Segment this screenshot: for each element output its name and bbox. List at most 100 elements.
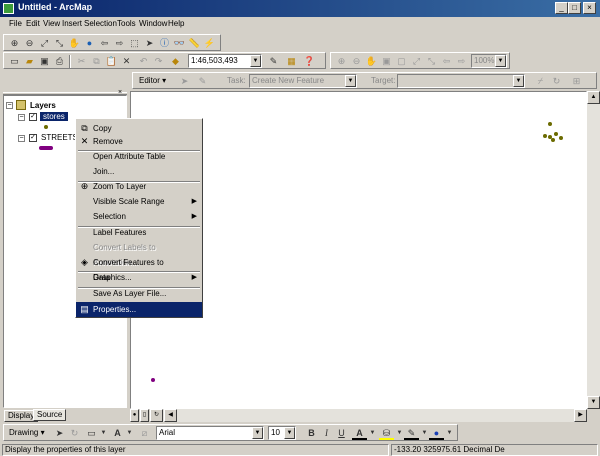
context-item-properties[interactable]: ▤ Properties... xyxy=(76,302,202,317)
menu-selection[interactable]: Selection xyxy=(84,19,117,28)
stores-visibility-checkbox[interactable]: ✓ xyxy=(29,113,37,121)
streets-collapse-icon[interactable]: − xyxy=(18,135,25,142)
tab-source[interactable]: Source xyxy=(33,409,67,421)
data-view-icon[interactable]: ● xyxy=(130,409,139,422)
editor-toolbar-toggle-icon[interactable]: ✎ xyxy=(266,54,281,68)
whats-this-help-icon[interactable]: ❓ xyxy=(302,54,317,68)
streets-layer-label[interactable]: STREETS xyxy=(41,133,78,142)
context-item-zoom-to-layer[interactable]: ⊕ Zoom To Layer xyxy=(76,179,202,194)
scroll-up-icon[interactable]: ▲ xyxy=(587,91,600,104)
editor-menu[interactable]: Editor ▾ xyxy=(139,76,166,85)
font-color-dropdown-icon[interactable]: ▼ xyxy=(365,426,380,440)
context-item-join[interactable]: Join... xyxy=(76,164,202,179)
split-tool-icon[interactable]: ⌿ xyxy=(533,74,548,88)
context-item-save-as-layer[interactable]: Save As Layer File... xyxy=(76,286,202,301)
redo-icon[interactable]: ↷ xyxy=(151,54,166,68)
drawing-menu[interactable]: Drawing ▾ xyxy=(9,428,45,437)
back-arrow-icon[interactable]: ⇦ xyxy=(97,36,112,50)
stores-collapse-icon[interactable]: − xyxy=(18,114,25,121)
context-item-selection[interactable]: Selection ▶ xyxy=(76,209,202,224)
maximize-button[interactable]: □ xyxy=(568,2,581,14)
open-folder-icon[interactable]: ▰ xyxy=(22,54,37,68)
fixed-zoom-in-icon[interactable]: ⤢ xyxy=(37,36,52,50)
cut-icon[interactable]: ✂ xyxy=(74,54,89,68)
map-scale-combo[interactable]: 1:46,503,493 ▼ xyxy=(188,54,262,68)
paste-icon[interactable]: 📋 xyxy=(104,54,119,68)
target-combo[interactable]: ▼ xyxy=(397,74,525,88)
layout-view-icon[interactable]: ▯ xyxy=(140,409,149,422)
rectangle-dropdown-icon[interactable]: ▼ xyxy=(96,426,111,440)
fixed-zoom-out-icon[interactable]: ⤡ xyxy=(52,36,67,50)
select-elements-icon[interactable]: ➤ xyxy=(52,426,67,440)
hyperlink-lightning-icon[interactable]: ⚡ xyxy=(202,36,217,50)
layout-fixed-in-icon[interactable]: ⤢ xyxy=(409,54,424,68)
measure-icon[interactable]: 📏 xyxy=(187,36,202,50)
identify-icon[interactable]: ⓘ xyxy=(157,36,172,50)
zoom-percent-combo[interactable]: 100% ▼ xyxy=(471,54,507,68)
add-data-icon[interactable]: ◆ xyxy=(168,54,183,68)
chevron-down-icon[interactable]: ▼ xyxy=(495,55,506,67)
sketch-tool-pencil-icon[interactable]: ✎ xyxy=(195,74,210,88)
bold-button[interactable]: B xyxy=(304,426,319,440)
scroll-down-icon[interactable]: ▼ xyxy=(587,396,600,409)
font-name-combo[interactable]: Arial ▼ xyxy=(156,426,264,440)
layout-back-icon[interactable]: ⇦ xyxy=(439,54,454,68)
layout-fixed-out-icon[interactable]: ⤡ xyxy=(424,54,439,68)
chevron-down-icon[interactable]: ▼ xyxy=(513,75,524,87)
menu-file[interactable]: File xyxy=(9,19,22,28)
new-document-icon[interactable]: ▭ xyxy=(7,54,22,68)
minimize-button[interactable]: _ xyxy=(555,2,568,14)
scroll-right-icon[interactable]: ▶ xyxy=(574,409,587,422)
context-item-data[interactable]: Data ▶ xyxy=(76,270,202,285)
full-extent-globe-icon[interactable]: ● xyxy=(82,36,97,50)
chevron-down-icon[interactable]: ▼ xyxy=(284,427,295,439)
context-item-label-features[interactable]: Label Features xyxy=(76,225,202,240)
marker-color-dropdown-icon[interactable]: ▼ xyxy=(442,426,457,440)
chevron-down-icon[interactable]: ▼ xyxy=(250,55,261,67)
menu-help[interactable]: Help xyxy=(168,19,184,28)
context-item-remove[interactable]: ✕ Remove xyxy=(76,134,202,149)
layout-pan-icon[interactable]: ✋ xyxy=(364,54,379,68)
select-features-icon[interactable]: ⬚ xyxy=(127,36,142,50)
zoom-in-icon[interactable]: ⊕ xyxy=(7,36,22,50)
find-binoculars-icon[interactable]: 👓 xyxy=(172,36,187,50)
task-combo[interactable]: Create New Feature ▼ xyxy=(249,74,357,88)
context-item-convert-features[interactable]: ◈ Convert Features to Graphics... xyxy=(76,255,202,282)
context-item-visible-scale-range[interactable]: Visible Scale Range ▶ xyxy=(76,194,202,209)
layout-zoom-100-icon[interactable]: ▢ xyxy=(394,54,409,68)
forward-arrow-icon[interactable]: ⇨ xyxy=(112,36,127,50)
underline-button[interactable]: U xyxy=(334,426,349,440)
horizontal-scrollbar[interactable]: ↻ ◀ ▶ xyxy=(150,409,587,422)
vertical-scrollbar[interactable]: ▲ ▼ xyxy=(587,91,600,409)
layers-root-label[interactable]: Layers xyxy=(30,101,56,110)
layout-zoom-in-icon[interactable]: ⊕ xyxy=(334,54,349,68)
italic-button[interactable]: I xyxy=(319,426,334,440)
menu-tools[interactable]: Tools xyxy=(117,19,136,28)
stores-layer-label[interactable]: stores xyxy=(40,112,68,121)
copy-icon[interactable]: ⧉ xyxy=(89,54,104,68)
undo-icon[interactable]: ↶ xyxy=(136,54,151,68)
save-icon[interactable]: ▣ xyxy=(37,54,52,68)
context-item-open-attribute-table[interactable]: Open Attribute Table xyxy=(76,149,202,164)
edit-vertices-icon[interactable]: ⧄ xyxy=(137,426,152,440)
edit-tool-arrow-icon[interactable]: ➤ xyxy=(177,74,192,88)
print-icon[interactable]: ⎙ xyxy=(52,54,67,68)
select-elements-arrow-icon[interactable]: ➤ xyxy=(142,36,157,50)
rotate-tool-icon[interactable]: ↻ xyxy=(549,74,564,88)
attributes-icon[interactable]: ⊞ xyxy=(569,74,584,88)
delete-icon[interactable]: ✕ xyxy=(119,54,134,68)
chevron-down-icon[interactable]: ▼ xyxy=(345,75,356,87)
streets-visibility-checkbox[interactable]: ✓ xyxy=(29,134,37,142)
layout-zoom-whole-icon[interactable]: ▣ xyxy=(379,54,394,68)
refresh-icon[interactable]: ↻ xyxy=(150,409,163,422)
pan-hand-icon[interactable]: ✋ xyxy=(67,36,82,50)
menu-edit[interactable]: Edit xyxy=(26,19,40,28)
context-item-convert-labels[interactable]: Convert Labels to Annotation... xyxy=(76,240,202,267)
font-size-combo[interactable]: 10 ▼ xyxy=(268,426,296,440)
scroll-left-icon[interactable]: ◀ xyxy=(164,409,177,422)
layout-forward-icon[interactable]: ⇨ xyxy=(454,54,469,68)
menu-insert[interactable]: Insert xyxy=(62,19,82,28)
text-dropdown-icon[interactable]: ▼ xyxy=(122,426,137,440)
arctoolbox-icon[interactable]: ▦ xyxy=(284,54,299,68)
layers-collapse-icon[interactable]: − xyxy=(6,102,13,109)
